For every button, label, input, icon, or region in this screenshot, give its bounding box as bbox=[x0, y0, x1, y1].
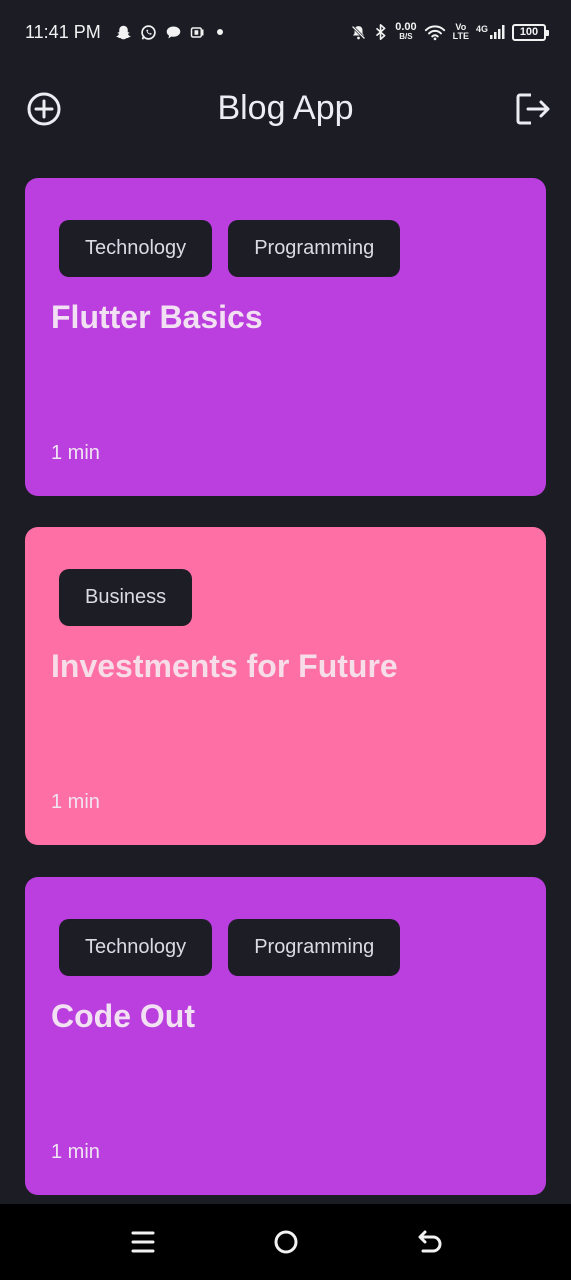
blog-card[interactable]: Technology Programming Flutter Basics 1 … bbox=[25, 178, 546, 496]
read-time: 1 min bbox=[51, 1141, 100, 1163]
app-bar: Blog App bbox=[0, 70, 571, 146]
read-time: 1 min bbox=[51, 791, 100, 813]
home-button[interactable] bbox=[271, 1228, 301, 1256]
sim-icon bbox=[190, 25, 205, 40]
tag-list: Technology Programming bbox=[59, 919, 520, 976]
status-left: 11:41 PM bbox=[25, 22, 227, 43]
blog-card[interactable]: Technology Programming Code Out 1 min bbox=[25, 877, 546, 1195]
wifi-icon bbox=[424, 24, 446, 41]
network-type: 4G bbox=[475, 24, 488, 34]
status-bar: 11:41 PM 0.00 B/S Vo LTE 4G 100 bbox=[0, 0, 571, 64]
page-title: Blog App bbox=[217, 88, 354, 127]
screen: 11:41 PM 0.00 B/S Vo LTE 4G 100 Blog App… bbox=[0, 0, 571, 1280]
back-icon bbox=[418, 1230, 442, 1253]
blog-title: Code Out bbox=[51, 998, 195, 1034]
tag-chip[interactable]: Technology bbox=[59, 919, 213, 976]
network-speed-unit: B/S bbox=[399, 32, 413, 41]
chat-icon bbox=[165, 24, 182, 41]
back-button[interactable] bbox=[414, 1228, 444, 1256]
bluetooth-icon bbox=[374, 23, 388, 41]
status-time: 11:41 PM bbox=[25, 21, 101, 42]
home-icon bbox=[274, 1230, 298, 1254]
tag-list: Business bbox=[59, 569, 520, 626]
tag-list: Technology Programming bbox=[59, 220, 520, 277]
system-nav-bar bbox=[0, 1204, 571, 1280]
signal-icon: 4G bbox=[476, 24, 505, 40]
logout-icon bbox=[516, 93, 550, 125]
logout-button[interactable] bbox=[514, 91, 552, 127]
add-circle-icon bbox=[27, 92, 61, 126]
blog-card[interactable]: Business Investments for Future 1 min bbox=[25, 527, 546, 845]
menu-icon bbox=[131, 1231, 155, 1253]
blog-title: Investments for Future bbox=[51, 648, 398, 684]
read-time: 1 min bbox=[51, 442, 100, 464]
status-right: 0.00 B/S Vo LTE 4G 100 bbox=[350, 21, 549, 42]
volte-indicator: Vo LTE bbox=[453, 23, 469, 41]
dot-icon bbox=[213, 25, 227, 39]
tag-chip[interactable]: Programming bbox=[228, 919, 401, 976]
snapchat-icon bbox=[115, 24, 132, 41]
network-speed: 0.00 B/S bbox=[395, 21, 417, 42]
blog-title: Flutter Basics bbox=[51, 299, 263, 335]
tag-chip[interactable]: Programming bbox=[228, 220, 401, 277]
tag-chip[interactable]: Business bbox=[59, 569, 193, 626]
recent-apps-button[interactable] bbox=[128, 1228, 158, 1256]
battery-level: 100 bbox=[519, 26, 539, 38]
network-speed-value: 0.00 bbox=[395, 21, 417, 33]
add-post-button[interactable] bbox=[26, 91, 62, 127]
bell-muted-icon bbox=[350, 24, 367, 41]
battery-icon: 100 bbox=[512, 23, 549, 41]
whatsapp-icon bbox=[140, 24, 157, 41]
volte-bottom: LTE bbox=[452, 31, 469, 41]
tag-chip[interactable]: Technology bbox=[59, 220, 213, 277]
